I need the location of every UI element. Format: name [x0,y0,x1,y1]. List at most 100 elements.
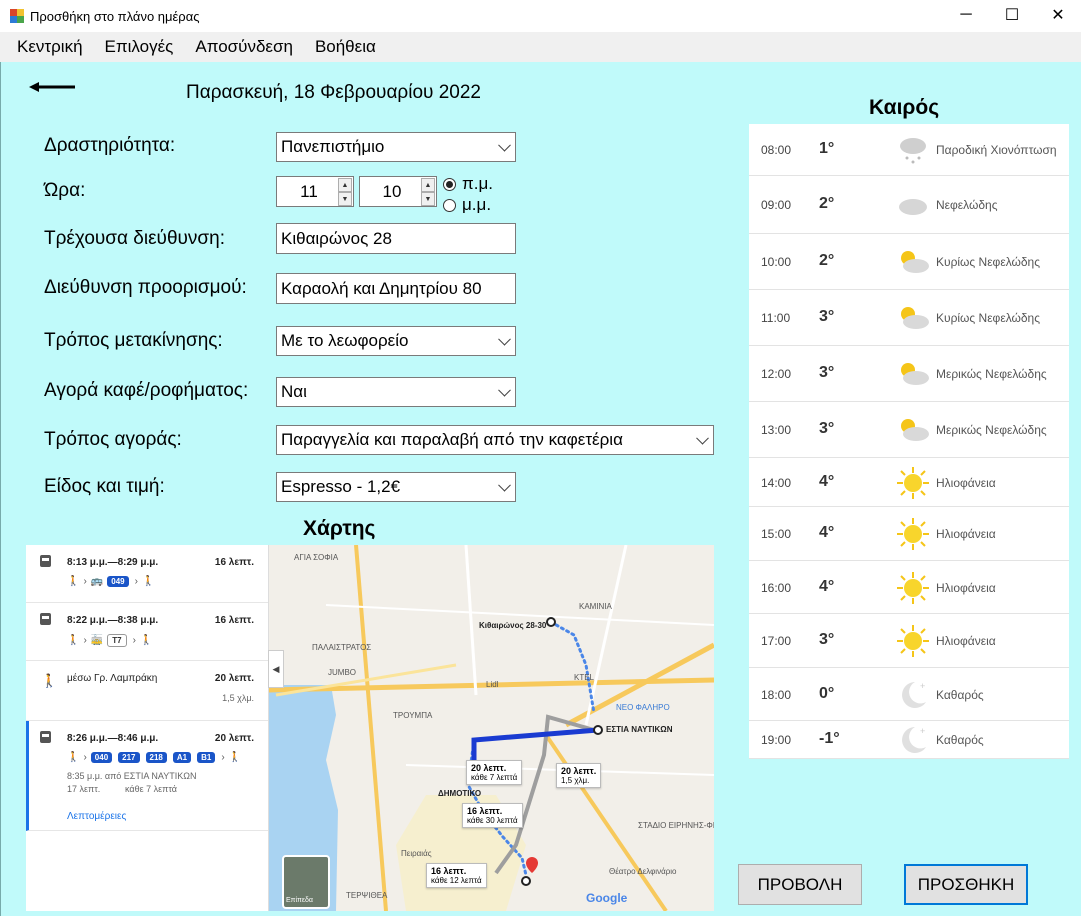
snow-cloud-icon [895,132,931,168]
weather-row: 16:00 4° Ηλιοφάνεια [749,561,1069,614]
activity-select[interactable]: Πανεπιστήμιο [276,132,516,162]
am-radio[interactable]: π.μ. [443,174,493,194]
hour-value: 11 [300,181,318,201]
transport-mode-label: Τρόπος μετακίνησης: [44,330,223,351]
map-label-palastratos: ΠΑΛΑΙΣΤΡΑΤΟΣ [312,643,372,652]
weather-row: 13:00 3° Μερικώς Νεφελώδης [749,402,1069,458]
minimize-button[interactable]: ─ [943,0,989,30]
window-title: Προσθήκη στο πλάνο ημέρας [30,8,200,24]
map-label-stadio: ΣΤΑΔΙΟ ΕΙΡΗΝΗΣ-ΦΙΛΙΑΣ ΣΕΦ [638,821,714,830]
details-link[interactable]: Λεπτομέρειες [67,811,126,822]
minute-up-icon[interactable]: ▲ [421,178,435,192]
weather-desc: Ηλιοφάνεια [936,527,996,541]
minute-stepper[interactable]: 10 ▲ ▼ [359,176,437,207]
transport-mode-select[interactable]: Με το λεωφορείο [276,326,516,356]
map-label-start: Κιθαιρώνος 28-30 [479,621,547,630]
route-option-selected[interactable]: 8:26 μ.μ.—8:46 μ.μ. 20 λεπτ. 🚶 › 040 217 218… [26,721,268,831]
add-button[interactable]: ΠΡΟΣΘΗΚΗ [904,864,1028,905]
hour-down-icon[interactable]: ▼ [338,192,352,206]
item-price-select[interactable]: Espresso - 1,2€ [276,472,516,502]
purchase-method-select[interactable]: Παραγγελία και παραλαβή από την καφετέρι… [276,425,714,455]
menu-item-logout[interactable]: Αποσύνδεση [195,37,293,57]
route-option[interactable]: 8:13 μ.μ.—8:29 μ.μ. 16 λεπτ. 🚶 › 🚌 049 › 🚶 [26,545,268,603]
chevron-down-icon [498,478,511,492]
destination-value: Καραολή και Δημητρίου 80 [281,278,482,298]
line-badge: 049 [107,576,129,587]
current-address-value: Κιθαιρώνος 28 [281,228,392,248]
layers-button[interactable]: Επίπεδα [282,855,330,909]
map-callout-route[interactable]: 20 λεπτ. κάθε 7 λεπτά [466,760,523,785]
weather-row: 09:00 2° Νεφελώδης [749,176,1069,234]
activity-value: Πανεπιστήμιο [281,137,385,156]
hour-stepper[interactable]: 11 ▲ ▼ [276,176,354,207]
purchase-method-value: Παραγγελία και παραλαβή από την καφετέρι… [281,430,623,449]
weather-time: 19:00 [761,733,792,747]
menu-item-options[interactable]: Επιλογές [105,37,174,57]
map-label-neo-faliro: ΝΕΟ ΦΑΛΗΡΟ [616,703,670,712]
menu-item-home[interactable]: Κεντρική [17,37,83,57]
current-address-input[interactable]: Κιθαιρώνος 28 [276,223,516,254]
weather-desc: Μερικώς Νεφελώδης [936,423,1047,437]
callout-sub: κάθε 30 λεπτά [467,816,518,825]
map-callout-route[interactable]: 16 λεπτ. κάθε 12 λεπτά [426,863,487,888]
callout-duration: 20 λεπτ. [561,766,597,776]
route-via: μέσω Γρ. Λαμπράκη [67,673,158,684]
weather-temp: 4° [819,524,835,541]
tram-icon: 🚋 [90,635,104,646]
app-icon [10,9,24,23]
maximize-button[interactable]: ☐ [989,0,1035,30]
map-label-terpsithea: ΤΕΡΨΙΘΕΑ [346,891,388,900]
weather-row: 11:00 3° Κυρίως Νεφελώδης [749,290,1069,346]
bus-icon [40,555,51,567]
buy-coffee-select[interactable]: Ναι [276,377,516,407]
destination-input[interactable]: Καραολή και Δημητρίου 80 [276,273,516,304]
weather-time: 18:00 [761,687,792,702]
map-callout-route[interactable]: 16 λεπτ. κάθε 30 λεπτά [462,803,523,828]
map-label-jumbo: JUMBO [328,668,356,677]
item-price-label: Είδος και τιμή: [44,476,165,497]
activity-label: Δραστηριότητα: [44,135,176,156]
line-badge: 040 [90,752,113,763]
purchase-method-label: Τρόπος αγοράς: [44,429,182,450]
route-time: 8:22 μ.μ.—8:38 μ.μ. [67,615,159,626]
chevron-down-icon [696,431,709,445]
map-view[interactable]: ΑΓΙΑ ΣΟΦΙΑ ΚΑΜΙΝΙΑ ΠΑΛΑΙΣΤΡΑΤΟΣ Κιθαιρών… [26,545,714,911]
route-option[interactable]: 🚶 μέσω Γρ. Λαμπράκη 20 λεπτ. 1,5 χλμ. [26,661,268,721]
hour-up-icon[interactable]: ▲ [338,178,352,192]
date-label: Παρασκευή, 18 Φεβρουαρίου 2022 [186,82,481,103]
route-distance: 1,5 χλμ. [222,693,254,703]
route-option[interactable]: 8:22 μ.μ.—8:38 μ.μ. 16 λεπτ. 🚶 › 🚋 T7 › 🚶 [26,603,268,661]
destination-label: Διεύθυνση προορισμού: [44,277,247,298]
menu-bar: Κεντρική Επιλογές Αποσύνδεση Βοήθεια [0,32,1081,62]
transport-mode-value: Με το λεωφορείο [281,331,409,350]
map-callout-route[interactable]: 20 λεπτ. 1,5 χλμ. [556,763,602,788]
weather-desc: Ηλιοφάνεια [936,580,996,595]
weather-row: 18:00 0° + Καθαρός [749,668,1069,721]
route-duration: 16 λεπτ. [214,557,254,568]
weather-time: 12:00 [761,367,792,381]
minute-down-icon[interactable]: ▼ [421,192,435,206]
weather-time: 15:00 [761,527,792,541]
route-detail: 8:35 μ.μ. από ΕΣΤΙΑ ΝΑΥΤΙΚΩΝ [67,771,197,781]
walk-icon: 🚶 [139,635,153,646]
sun-cloud-icon [895,244,931,280]
menu-item-help[interactable]: Βοήθεια [315,37,376,57]
weather-desc: Κυρίως Νεφελώδης [936,311,1041,325]
weather-time: 10:00 [761,255,792,269]
buy-coffee-label: Αγορά καφέ/ροφήματος: [44,380,249,401]
collapse-panel-icon[interactable]: ◀ [268,650,284,688]
weather-temp: 4° [819,472,835,490]
sun-cloud-icon [895,412,931,448]
back-arrow-icon[interactable] [29,82,77,92]
radio-checked-icon [443,177,456,191]
view-button[interactable]: ΠΡΟΒΟΛΗ [738,864,862,905]
close-button[interactable]: ✕ [1035,0,1081,30]
weather-temp: 3° [819,631,835,648]
cloud-icon [895,187,931,223]
map-label-estia: ΕΣΤΙΑ ΝΑΥΤΙΚΩΝ [606,725,673,734]
callout-duration: 16 λεπτ. [467,806,503,816]
pm-radio[interactable]: μ.μ. [443,195,491,215]
map-label-lidl: Lidl [486,680,499,689]
weather-desc: Ηλιοφάνεια [936,634,996,648]
weather-desc: Παροδική Χιονόπτωση [936,143,1057,157]
